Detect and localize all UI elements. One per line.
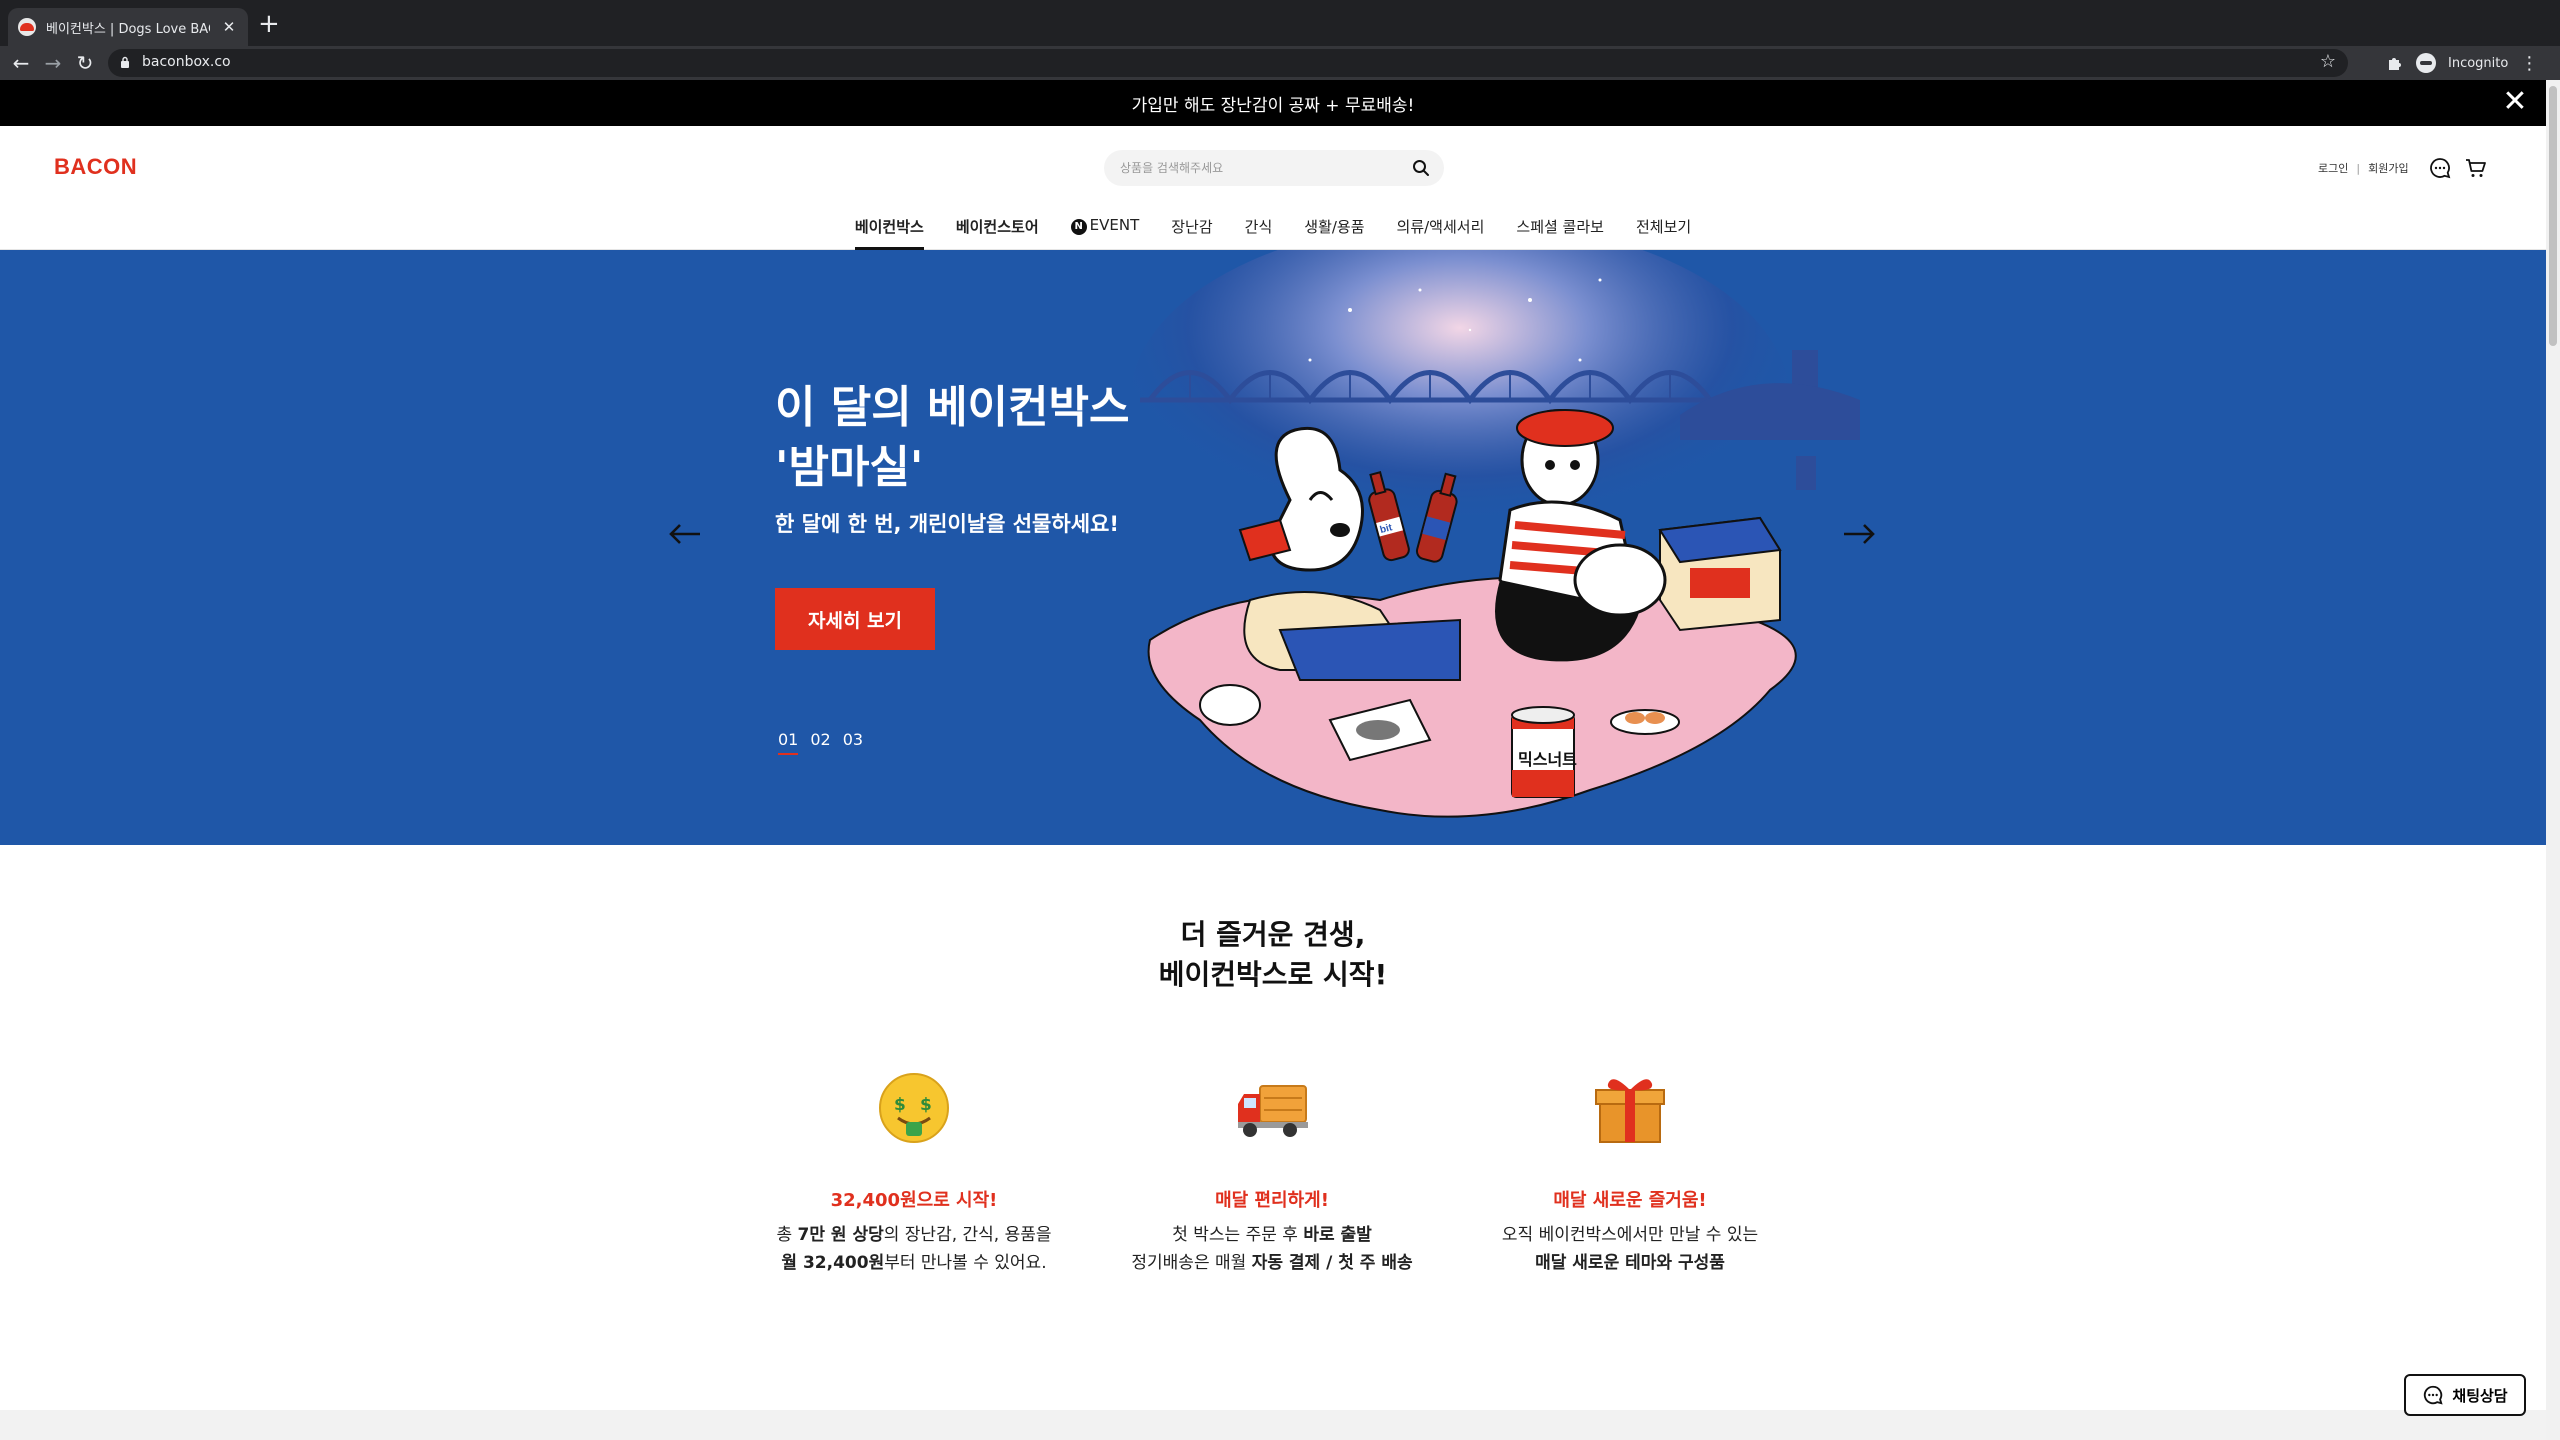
browser-tab[interactable]: 베이컨박스 | Dogs Love BACON! ✕ bbox=[8, 8, 248, 46]
prev-arrow-icon[interactable] bbox=[668, 522, 702, 546]
new-tab-button[interactable]: + bbox=[258, 10, 280, 38]
search-box bbox=[1104, 150, 1444, 186]
emphasis-text: 바로 출발 bbox=[1303, 1225, 1372, 1245]
search-icon[interactable] bbox=[1412, 159, 1430, 177]
wrapped-gift-icon bbox=[1595, 1079, 1665, 1143]
feature-surprise: 매달 새로운 즐거움! 오직 베이컨박스에서만 만날 수 있는 매달 새로운 테… bbox=[1450, 1070, 1810, 1276]
desc-text: 정기배송은 매월 bbox=[1131, 1253, 1252, 1273]
incognito-label[interactable]: Incognito bbox=[2448, 56, 2508, 71]
feature-desc-line2: 매달 새로운 테마와 구성품 bbox=[1450, 1250, 1810, 1276]
bacon-favicon-icon bbox=[18, 18, 36, 36]
site-header: BACON 로그인 | 회원가입 베이컨박스 베이컨스토어 NEVENT 장난감 bbox=[0, 126, 2546, 250]
nav-item-event[interactable]: N EVENT bbox=[1070, 200, 1139, 250]
nav-item-collab[interactable]: 스페셜 콜라보 bbox=[1516, 200, 1604, 250]
nav-item-living[interactable]: 생활/용품 bbox=[1304, 200, 1364, 250]
desc-text: 첫 박스는 주문 후 bbox=[1172, 1225, 1304, 1245]
can-label: 믹스너트 bbox=[1518, 750, 1577, 769]
hero-illustration: bit 믹스너트 bbox=[1130, 250, 1860, 818]
hero-banner: bit 믹스너트 이 달의 베이컨박스 '밤마실' 한 달에 한 번, 개린이날… bbox=[0, 250, 2546, 845]
feature-desc-line1: 총 7만 원 상당의 장난감, 간식, 용품을 bbox=[734, 1222, 1094, 1248]
nav-item-snacks[interactable]: 간식 bbox=[1245, 200, 1273, 250]
svg-text:$: $ bbox=[894, 1095, 906, 1115]
extensions-puzzle-icon[interactable] bbox=[2386, 54, 2404, 72]
feature-desc-line1: 첫 박스는 주문 후 바로 출발 bbox=[1092, 1222, 1452, 1248]
desc-text: 부터 만나볼 수 있어요. bbox=[884, 1253, 1047, 1273]
desc-text: 총 bbox=[776, 1225, 798, 1245]
login-link[interactable]: 로그인 bbox=[2318, 160, 2348, 176]
feature-delivery: 매달 편리하게! 첫 박스는 주문 후 바로 출발 정기배송은 매월 자동 결제… bbox=[1092, 1070, 1452, 1276]
promo-text[interactable]: 가입만 해도 장난감이 공짜 + 무료배송! bbox=[1132, 91, 1415, 116]
intro-heading: 더 즐거운 견생, 베이컨박스로 시작! bbox=[1158, 918, 1388, 991]
desc-text: 오직 베이컨박스에서만 만날 수 있는 bbox=[1501, 1225, 1759, 1245]
browser-menu-icon[interactable]: ⋮ bbox=[2520, 53, 2538, 74]
feature-price: $ $ 32,400원으로 시작! 총 7만 원 상당의 장난감, 간식, 용품… bbox=[734, 1070, 1094, 1276]
web-page: 가입만 해도 장난감이 공짜 + 무료배송! ✕ BACON 로그인 | 회원가… bbox=[0, 80, 2546, 1440]
view-details-button[interactable]: 자세히 보기 bbox=[775, 588, 935, 650]
bookmark-star-icon[interactable]: ☆ bbox=[2320, 51, 2336, 72]
promo-banner: 가입만 해도 장난감이 공짜 + 무료배송! ✕ bbox=[0, 80, 2546, 126]
slide-pager: 01 02 03 bbox=[778, 730, 863, 755]
cart-icon[interactable] bbox=[2464, 156, 2488, 180]
feature-title: 매달 새로운 즐거움! bbox=[1553, 1190, 1707, 1211]
feature-desc-line2: 월 32,400원부터 만나볼 수 있어요. bbox=[734, 1250, 1094, 1276]
separator: | bbox=[2356, 161, 2361, 175]
nav-item-all[interactable]: 전체보기 bbox=[1636, 200, 1691, 250]
main-nav: 베이컨박스 베이컨스토어 N EVENT 장난감 간식 생활/용품 의류/액세서리… bbox=[0, 200, 2546, 250]
incognito-icon bbox=[2416, 53, 2436, 73]
new-badge: N bbox=[1070, 219, 1087, 235]
nav-item-baconstore[interactable]: 베이컨스토어 bbox=[956, 200, 1039, 250]
footer-strip bbox=[0, 1410, 2546, 1440]
slide-page-1[interactable]: 01 bbox=[778, 730, 799, 755]
scrollbar-thumb[interactable] bbox=[2549, 86, 2557, 346]
nav-item-baconbox[interactable]: 베이컨박스 bbox=[854, 200, 924, 250]
close-tab-icon[interactable]: ✕ bbox=[220, 18, 238, 36]
emphasis-text: 7만 원 상당 bbox=[797, 1225, 884, 1245]
close-icon[interactable]: ✕ bbox=[2500, 87, 2530, 118]
tab-title: 베이컨박스 | Dogs Love BACON! bbox=[46, 21, 210, 37]
emphasis-text: 월 32,400원 bbox=[781, 1253, 885, 1273]
chat-consult-button[interactable]: 채팅상담 bbox=[2404, 1374, 2526, 1416]
svg-text:$: $ bbox=[920, 1095, 932, 1115]
browser-tabbar: 베이컨박스 | Dogs Love BACON! ✕ + bbox=[0, 0, 2560, 46]
emphasis-text: 자동 결제 / 첫 주 배송 bbox=[1251, 1253, 1413, 1273]
nav-item-toys[interactable]: 장난감 bbox=[1171, 200, 1212, 250]
hero-title: 이 달의 베이컨박스 '밤마실' bbox=[775, 382, 1130, 493]
emphasis-text: 매달 새로운 테마와 구성품 bbox=[1535, 1253, 1725, 1273]
delivery-truck-icon bbox=[1238, 1085, 1308, 1137]
desc-text: 의 장난감, 간식, 용품을 bbox=[883, 1225, 1052, 1245]
browser-toolbar: ← → ↻ baconbox.co ☆ Incognito ⋮ bbox=[0, 46, 2560, 80]
bacon-logo[interactable]: BACON bbox=[54, 154, 137, 180]
feature-desc-line2: 정기배송은 매월 자동 결제 / 첫 주 배송 bbox=[1092, 1250, 1452, 1276]
url-text: baconbox.co bbox=[142, 54, 231, 70]
signup-link[interactable]: 회원가입 bbox=[2368, 160, 2408, 176]
next-arrow-icon[interactable] bbox=[1842, 522, 1876, 546]
money-mouth-face-icon: $ $ bbox=[879, 1073, 949, 1143]
feature-title: 32,400원으로 시작! bbox=[830, 1190, 998, 1211]
hero-subtitle: 한 달에 한 번, 개린이날을 선물하세요! bbox=[775, 512, 1119, 536]
search-input[interactable] bbox=[1120, 158, 1400, 178]
slide-page-3[interactable]: 03 bbox=[843, 730, 863, 755]
feature-desc-line1: 오직 베이컨박스에서만 만날 수 있는 bbox=[1450, 1222, 1810, 1248]
page-scrollbar[interactable] bbox=[2546, 80, 2560, 1440]
back-arrow-icon[interactable]: ← bbox=[8, 50, 34, 76]
reload-icon[interactable]: ↻ bbox=[72, 50, 98, 76]
slide-page-2[interactable]: 02 bbox=[810, 730, 830, 755]
chat-bubble-icon[interactable] bbox=[2428, 156, 2452, 180]
forward-arrow-icon[interactable]: → bbox=[40, 50, 66, 76]
address-bar[interactable]: baconbox.co ☆ bbox=[108, 49, 2348, 77]
chat-label: 채팅상담 bbox=[2452, 1386, 2508, 1405]
chat-bubble-icon bbox=[2424, 1385, 2443, 1405]
nav-item-apparel[interactable]: 의류/액세서리 bbox=[1397, 200, 1485, 250]
lock-icon bbox=[121, 56, 129, 68]
account-links: 로그인 | 회원가입 bbox=[2318, 160, 2409, 176]
feature-title: 매달 편리하게! bbox=[1215, 1190, 1329, 1211]
